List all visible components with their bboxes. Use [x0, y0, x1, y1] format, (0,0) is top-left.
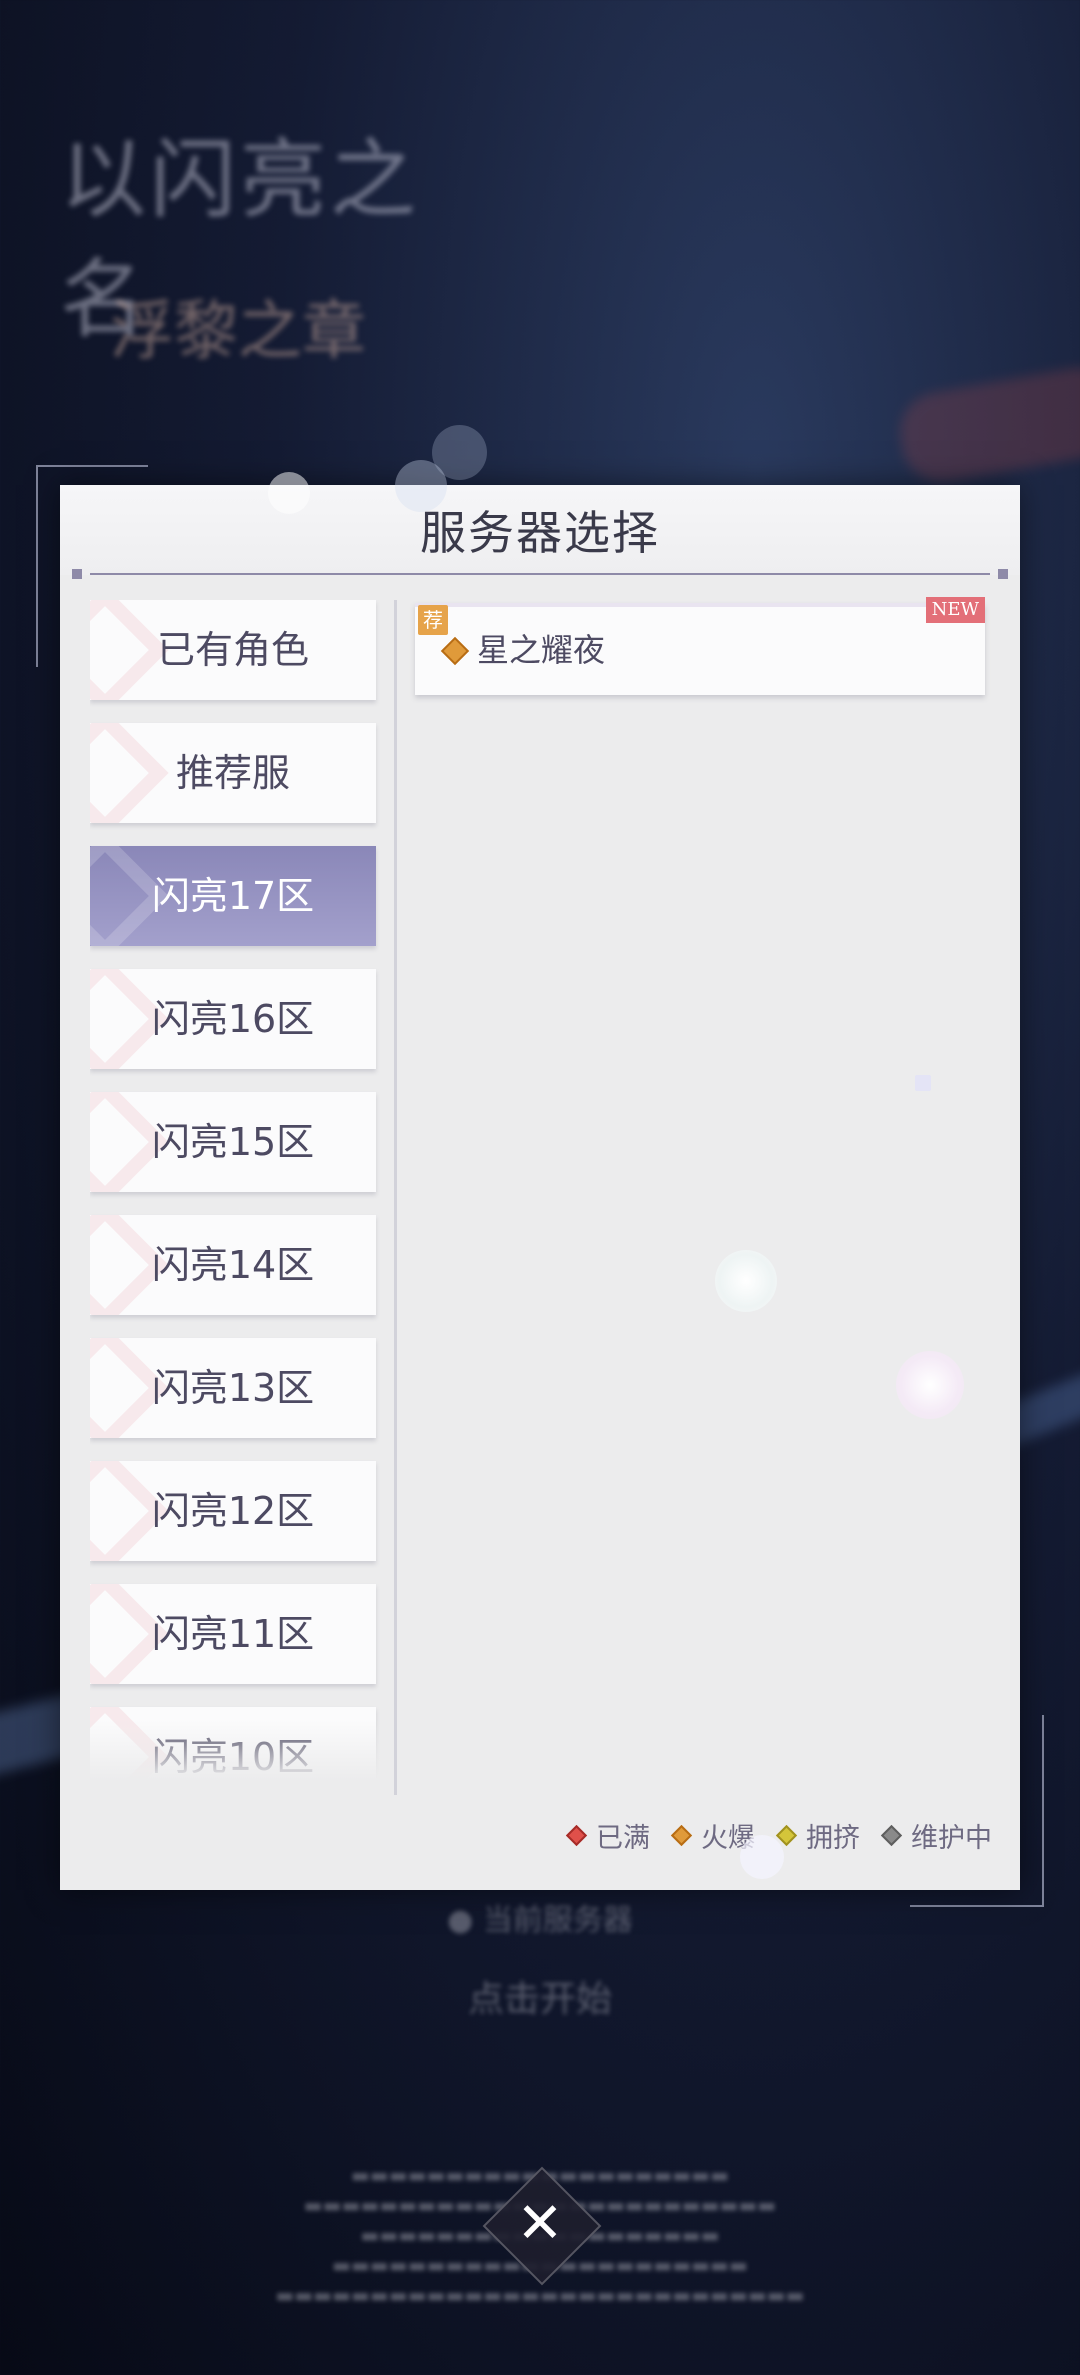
zone-label: 闪亮16区 [151, 997, 315, 1041]
divider-dot-left [72, 569, 82, 579]
close-button[interactable]: ✕ [500, 2184, 580, 2264]
title-divider [90, 573, 990, 575]
server-card[interactable]: 荐 NEW 星之耀夜 [415, 597, 985, 695]
bokeh-light [915, 1075, 931, 1091]
zone-item-15[interactable]: 闪亮15区 [90, 1092, 376, 1192]
close-icon: ✕ [516, 2191, 564, 2256]
zone-label: 闪亮15区 [151, 1120, 315, 1164]
server-select-dialog: 服务器选择 已有角色 推荐服 闪亮17区 闪亮16区 闪亮15区 闪亮14区 闪… [60, 485, 1020, 1890]
game-logo-subtitle: 浮黎之章 [110, 295, 366, 369]
zone-item-14[interactable]: 闪亮14区 [90, 1215, 376, 1315]
dialog-header: 服务器选择 [60, 485, 1020, 575]
card-top-accent [415, 603, 985, 607]
zone-item-12[interactable]: 闪亮12区 [90, 1461, 376, 1561]
column-separator [394, 600, 397, 1795]
zone-item-11[interactable]: 闪亮11区 [90, 1584, 376, 1684]
zone-item-existing-characters[interactable]: 已有角色 [90, 600, 376, 700]
dialog-title: 服务器选择 [420, 506, 660, 560]
zone-label: 闪亮13区 [151, 1366, 315, 1410]
legend-crowded: 拥挤 [775, 1816, 860, 1855]
status-full-icon [565, 1824, 588, 1846]
divider-dot-right [998, 569, 1008, 579]
legend-label: 已满 [596, 1822, 650, 1854]
recommend-badge: 荐 [418, 605, 448, 635]
bg-start-hint: 点击开始 [467, 1979, 612, 2020]
zone-label: 推荐服 [175, 751, 290, 795]
zone-item-16[interactable]: 闪亮16区 [90, 969, 376, 1069]
status-hot-icon [670, 1824, 693, 1846]
bokeh-light [740, 1835, 784, 1879]
bokeh-light [268, 472, 310, 514]
zone-item-recommended[interactable]: 推荐服 [90, 723, 376, 823]
server-name: 星之耀夜 [477, 631, 606, 669]
bokeh-light [896, 1351, 964, 1419]
legend-label: 拥挤 [806, 1822, 860, 1854]
zone-item-13[interactable]: 闪亮13区 [90, 1338, 376, 1438]
bokeh-light [432, 425, 487, 480]
legend-maintenance: 维护中 [880, 1816, 992, 1855]
status-maintenance-icon [880, 1824, 903, 1846]
new-badge: NEW [925, 597, 985, 623]
zone-item-17[interactable]: 闪亮17区 [90, 846, 376, 946]
bokeh-light [715, 1250, 777, 1312]
zone-label: 闪亮12区 [151, 1489, 315, 1533]
zone-label: 闪亮14区 [151, 1243, 315, 1287]
zone-label: 闪亮11区 [151, 1612, 315, 1656]
game-logo: 以闪亮之名 [60, 130, 420, 350]
legend-label: 维护中 [911, 1822, 992, 1854]
zone-label: 闪亮17区 [151, 874, 315, 918]
legend-full: 已满 [565, 1816, 650, 1855]
status-hot-icon [440, 636, 470, 666]
zone-label: 已有角色 [156, 628, 309, 672]
zone-list[interactable]: 已有角色 推荐服 闪亮17区 闪亮16区 闪亮15区 闪亮14区 闪亮13区 闪… [90, 600, 380, 1780]
list-fade-overlay [90, 1720, 380, 1780]
